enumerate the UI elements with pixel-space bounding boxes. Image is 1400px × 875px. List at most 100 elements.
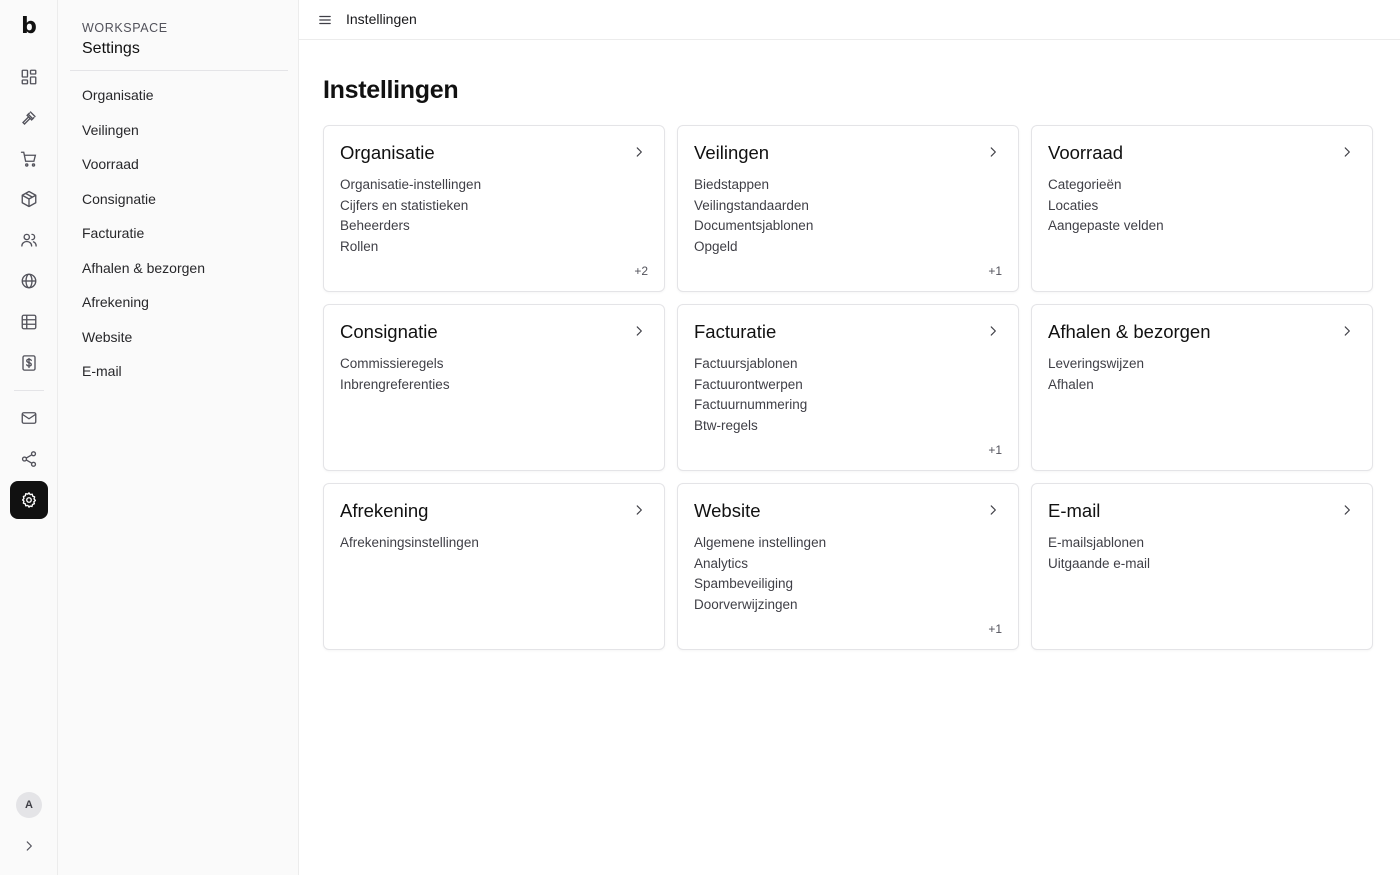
card-item-list: Biedstappen Veilingstandaarden Documents… (694, 175, 813, 258)
sidebar-item-afrekening[interactable]: Afrekening (70, 285, 288, 320)
settings-sidebar: WORKSPACE Settings Organisatie Veilingen… (58, 0, 299, 875)
card-item: E-mailsjablonen (1048, 535, 1145, 550)
rail-users-button[interactable] (10, 221, 48, 259)
card-title: Consignatie (340, 321, 438, 342)
card-item: Factuurontwerpen (694, 376, 803, 392)
breadcrumb: Instellingen (346, 11, 417, 27)
card-item-list: Factuursjablonen Factuurontwerpen Factuu… (694, 354, 807, 437)
card-item: Aangepaste velden (1048, 218, 1164, 234)
card-item: Veilingstandaarden (694, 197, 809, 213)
card-item: Afrekeningsinstellingen (340, 535, 479, 550)
card-item: Afhalen (1048, 376, 1094, 392)
rail-mail-button[interactable] (10, 399, 48, 437)
card-item: Opgeld (694, 239, 738, 255)
card-organisatie[interactable]: Organisatie Organisatie-instellingen Cij… (323, 125, 665, 292)
card-item: Categorieën (1048, 177, 1122, 192)
rail-table-button[interactable] (10, 303, 48, 341)
card-item-list: Algemene instellingen Analytics Spambeve… (694, 533, 826, 616)
page-title: Instellingen (323, 76, 459, 104)
sidebar-item-voorraad[interactable]: Voorraad (70, 147, 288, 182)
chevron-right-icon (636, 505, 642, 515)
rail-dashboard-button[interactable] (10, 58, 48, 96)
card-title: Website (694, 500, 761, 521)
sidebar-item-facturatie[interactable]: Facturatie (70, 216, 288, 251)
sidebar-item-consignatie[interactable]: Consignatie (70, 182, 288, 217)
share-icon (21, 451, 37, 467)
gear-icon (21, 492, 37, 508)
card-e-mail[interactable]: E-mail E-mailsjablonen Uitgaande e-mail (1031, 483, 1373, 650)
more-count-badge: +1 (988, 622, 1002, 636)
card-item: Uitgaande e-mail (1048, 555, 1151, 571)
chevron-right-icon (1344, 326, 1350, 336)
chevron-right-icon (1344, 505, 1350, 515)
chevron-right-icon (636, 147, 642, 157)
more-count-badge: +1 (988, 264, 1002, 278)
card-item-list: E-mailsjablonen Uitgaande e-mail (1048, 533, 1150, 574)
card-voorraad[interactable]: Voorraad Categorieën Locaties Aangepaste… (1031, 125, 1373, 292)
chevron-right-icon (636, 326, 642, 336)
app-logo[interactable]: b (0, 14, 58, 39)
top-bar: Instellingen (299, 0, 1400, 40)
card-title: Afrekening (340, 500, 429, 521)
chevron-right-icon (990, 326, 996, 336)
chevron-right-icon (1344, 147, 1350, 157)
card-afrekening[interactable]: Afrekening Afrekeningsinstellingen (323, 483, 665, 650)
rail-inventory-button[interactable] (10, 180, 48, 218)
workspace-label: WORKSPACE (82, 21, 168, 35)
sidebar-divider (70, 70, 288, 71)
globe-icon (21, 273, 37, 289)
sidebar-item-veilingen[interactable]: Veilingen (70, 113, 288, 148)
rail-settings-button[interactable] (10, 481, 48, 519)
chevron-right-icon (990, 505, 996, 515)
sidebar-item-organisatie[interactable]: Organisatie (70, 78, 288, 113)
rail-website-button[interactable] (10, 262, 48, 300)
mail-icon (21, 412, 37, 424)
sidebar-item-website[interactable]: Website (70, 320, 288, 355)
menu-icon[interactable] (318, 13, 332, 27)
settings-cards-grid: Organisatie Organisatie-instellingen Cij… (323, 125, 1373, 650)
card-item: Beheerders (340, 218, 410, 234)
package-icon (21, 190, 37, 208)
card-item: Doorverwijzingen (694, 597, 798, 613)
chevron-right-icon (990, 147, 996, 157)
card-afhalen-bezorgen[interactable]: Afhalen & bezorgen Leveringswijzen Afhal… (1031, 304, 1373, 471)
card-item: Analytics (694, 555, 749, 571)
card-title: Organisatie (340, 142, 435, 163)
card-item: Organisatie-instellingen (340, 177, 482, 192)
sidebar-item-afhalen-bezorgen[interactable]: Afhalen & bezorgen (70, 251, 288, 286)
more-count-badge: +1 (988, 443, 1002, 457)
more-count-badge: +2 (634, 264, 648, 278)
card-item-list: Commissieregels Inbrengreferenties (340, 354, 450, 395)
avatar[interactable]: A (16, 792, 42, 818)
card-item: Spambeveiliging (694, 576, 794, 592)
card-consignatie[interactable]: Consignatie Commissieregels Inbrengrefer… (323, 304, 665, 471)
table-icon (21, 314, 37, 330)
card-item-list: Categorieën Locaties Aangepaste velden (1048, 175, 1164, 237)
cart-icon (20, 151, 37, 167)
card-item: Rollen (340, 239, 379, 255)
dashboard-icon (21, 69, 37, 85)
card-item: Inbrengreferenties (340, 376, 450, 392)
card-veilingen[interactable]: Veilingen Biedstappen Veilingstandaarden… (677, 125, 1019, 292)
card-title: Veilingen (694, 142, 770, 163)
card-title: Voorraad (1048, 142, 1124, 163)
rail-share-button[interactable] (10, 440, 48, 478)
card-item-list: Organisatie-instellingen Cijfers en stat… (340, 175, 481, 258)
card-item: Btw-regels (694, 418, 758, 434)
card-item: Documentsjablonen (694, 218, 814, 234)
card-title: Afhalen & bezorgen (1048, 321, 1211, 342)
card-item: Biedstappen (694, 177, 770, 192)
card-item: Factuurnummering (694, 397, 808, 413)
workspace-title: Settings (82, 40, 140, 57)
card-facturatie[interactable]: Facturatie Factuursjablonen Factuurontwe… (677, 304, 1019, 471)
card-item: Factuursjablonen (694, 356, 798, 371)
gavel-icon (22, 111, 36, 125)
expand-rail-button[interactable] (10, 827, 48, 865)
rail-invoice-button[interactable] (10, 344, 48, 382)
rail-divider (14, 390, 44, 391)
sidebar-item-e-mail[interactable]: E-mail (70, 354, 288, 389)
card-title: Facturatie (694, 321, 777, 342)
rail-cart-button[interactable] (10, 140, 48, 178)
rail-auctions-button[interactable] (10, 99, 48, 137)
card-website[interactable]: Website Algemene instellingen Analytics … (677, 483, 1019, 650)
